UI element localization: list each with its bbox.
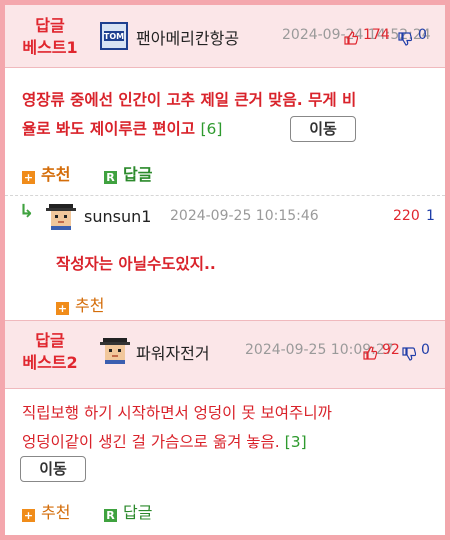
comment-text: 작성자는 아닐수도있지.. (56, 255, 216, 273)
plus-square-icon: + (56, 302, 69, 315)
best-reply-badge: 답글 베스트1 (22, 16, 78, 57)
comment-list: 답글 베스트1 TOM 팬아메리칸항공 2024-09-24 14:52:24 … (5, 5, 445, 535)
reply-arrow-icon: ↳ (19, 201, 35, 222)
thumbs-up-icon[interactable] (363, 346, 377, 360)
reply-count: [3] (284, 433, 307, 451)
thumbs-down-icon[interactable] (398, 32, 412, 46)
divider (5, 67, 445, 68)
avatar[interactable]: TOM (100, 22, 128, 50)
reply-button[interactable]: R 답글 (104, 161, 152, 185)
airline-logo-icon: TOM (100, 22, 128, 50)
svg-text:TOM: TOM (104, 32, 124, 41)
downvote-count: 0 (421, 342, 430, 358)
reply-count: [6] (200, 120, 223, 138)
r-square-icon: R (104, 171, 117, 184)
recommend-button[interactable]: + 추천 (56, 292, 104, 316)
thumbs-down-icon[interactable] (402, 347, 416, 361)
r-square-icon: R (104, 509, 117, 522)
divider (5, 388, 445, 389)
thumbs-up-icon[interactable] (344, 31, 358, 45)
nickname[interactable]: 파워자전거 (136, 340, 210, 364)
reply-button[interactable]: R 답글 (104, 499, 152, 523)
pixel-character-icon (100, 338, 130, 364)
plus-square-icon: + (22, 509, 35, 522)
timestamp: 2024-09-25 10:15:46 (170, 208, 319, 224)
avatar[interactable] (46, 202, 76, 230)
upvote-count: 92 (382, 342, 400, 358)
best-reply-badge: 답글 베스트2 (22, 331, 78, 372)
recommend-button[interactable]: + 추천 (22, 499, 70, 523)
move-button[interactable]: 이동 (20, 456, 86, 482)
upvote-count: 220 (393, 208, 420, 224)
recommend-button[interactable]: + 추천 (22, 161, 70, 185)
pixel-character-icon (46, 204, 76, 230)
move-button[interactable]: 이동 (290, 116, 356, 142)
upvote-count: 174 (363, 27, 390, 43)
downvote-count: 0 (418, 27, 427, 43)
divider (5, 195, 445, 196)
plus-square-icon: + (22, 171, 35, 184)
comment-text: 직립보행 하기 시작하면서 엉덩이 못 보여주니까 엉덩이같이 생긴 걸 가슴으… (22, 404, 332, 451)
nickname[interactable]: sunsun1 (84, 207, 151, 226)
nickname[interactable]: 팬아메리칸항공 (136, 25, 239, 49)
downvote-count: 1 (426, 208, 435, 224)
avatar[interactable] (100, 336, 130, 364)
